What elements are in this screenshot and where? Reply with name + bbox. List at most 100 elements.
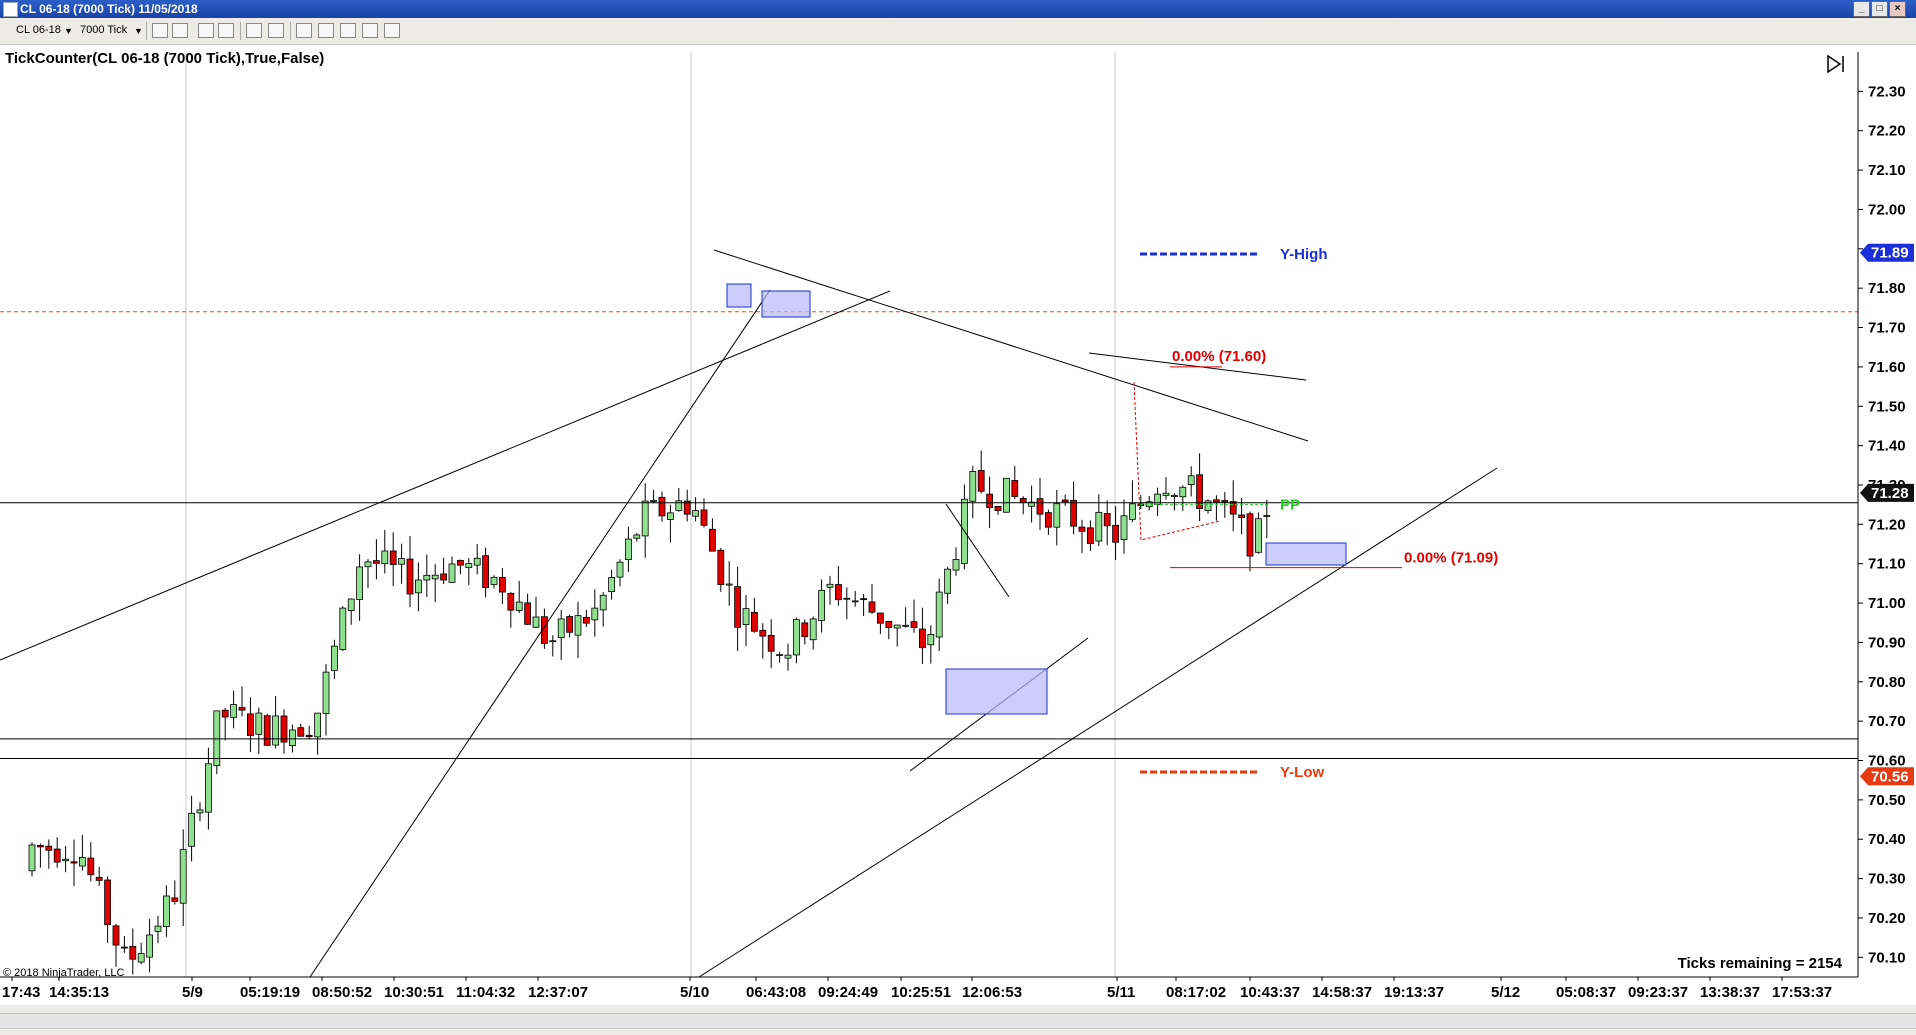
candle-body bbox=[1162, 492, 1170, 496]
candle-body bbox=[1221, 500, 1229, 503]
candle-body bbox=[1078, 526, 1086, 532]
candle-body bbox=[1229, 501, 1237, 515]
candle-body bbox=[549, 640, 557, 643]
candle-body bbox=[53, 848, 61, 863]
candle-body bbox=[860, 598, 867, 601]
candle-body bbox=[1011, 480, 1019, 497]
candle-body bbox=[238, 707, 246, 711]
status-area bbox=[0, 1005, 1916, 1035]
candle-body bbox=[742, 608, 750, 625]
candle-body bbox=[902, 624, 909, 627]
plot-area bbox=[0, 52, 1858, 977]
candle-body bbox=[507, 593, 515, 611]
candle-body bbox=[112, 925, 120, 946]
price-tick-label: 71.60 bbox=[1868, 359, 1906, 376]
candle-body bbox=[280, 715, 288, 743]
candle-body bbox=[1095, 511, 1103, 542]
candle-body bbox=[919, 628, 926, 649]
candle-body bbox=[196, 809, 204, 814]
time-tick-label: 12:06:53 bbox=[962, 984, 1022, 1001]
candle-body bbox=[877, 612, 884, 624]
candle-body bbox=[162, 895, 170, 928]
candle-body bbox=[498, 577, 506, 593]
candle-body bbox=[1213, 499, 1220, 503]
candle-body bbox=[1112, 524, 1119, 543]
time-tick-label: 05:08:37 bbox=[1556, 984, 1616, 1001]
candle-body bbox=[767, 634, 775, 652]
candle-body bbox=[372, 560, 380, 564]
price-flag-label: 71.28 bbox=[1871, 485, 1909, 502]
time-tick-label: 08:17:02 bbox=[1166, 984, 1226, 1001]
candle-body bbox=[532, 616, 540, 628]
candle-body bbox=[868, 601, 876, 613]
price-tick-label: 70.10 bbox=[1868, 949, 1906, 966]
candle-body bbox=[255, 712, 263, 735]
copyright-text: © 2018 NinjaTrader, LLC bbox=[3, 967, 124, 979]
candle-body bbox=[221, 709, 229, 718]
candle-body bbox=[423, 574, 431, 581]
candle-body bbox=[1255, 518, 1262, 553]
candle-body bbox=[129, 945, 137, 960]
price-tick-label: 71.80 bbox=[1868, 280, 1906, 297]
candle-body bbox=[725, 583, 733, 586]
time-tick-label: 10:25:51 bbox=[891, 984, 951, 1001]
candle-body bbox=[557, 618, 565, 639]
time-tick-label: 05:19:19 bbox=[240, 984, 300, 1001]
candle-body bbox=[414, 579, 422, 594]
candle-body bbox=[45, 845, 53, 851]
time-tick-label: 5/12 bbox=[1491, 984, 1520, 1001]
candle-body bbox=[490, 576, 498, 585]
candle-body bbox=[1103, 513, 1111, 527]
candle-body bbox=[935, 591, 943, 638]
candle-body bbox=[625, 538, 632, 561]
price-chart[interactable]: 0.00% (71.60)0.00% (71.09)Y-HighY-LowPP … bbox=[0, 0, 1916, 1005]
candle-body bbox=[448, 563, 456, 583]
candle-body bbox=[1120, 515, 1128, 541]
candle-body bbox=[700, 509, 708, 526]
candle-body bbox=[37, 844, 44, 848]
candle-body bbox=[1171, 495, 1178, 497]
candle-body bbox=[583, 617, 590, 624]
candle-body bbox=[641, 500, 649, 537]
candle-body bbox=[1053, 503, 1061, 528]
candle-body bbox=[759, 629, 767, 637]
time-tick-label: 14:35:13 bbox=[49, 984, 109, 1001]
candle-body bbox=[616, 561, 624, 578]
candle-body bbox=[79, 857, 86, 867]
candle-body bbox=[835, 584, 842, 601]
price-tick-label: 70.50 bbox=[1868, 792, 1906, 809]
candle-body bbox=[1179, 486, 1187, 498]
price-tick-label: 70.80 bbox=[1868, 674, 1906, 691]
candle-body bbox=[1238, 514, 1245, 518]
candle-body bbox=[751, 612, 758, 632]
candle-body bbox=[1003, 477, 1010, 513]
candle-body bbox=[288, 729, 296, 746]
candle-body bbox=[843, 597, 851, 600]
candle-body bbox=[364, 561, 372, 568]
candle-body bbox=[1070, 499, 1077, 527]
candle-body bbox=[431, 574, 439, 580]
reference-line-label: Y-Low bbox=[1280, 764, 1324, 781]
candle-body bbox=[314, 712, 322, 738]
candle-body bbox=[473, 557, 481, 566]
price-tick-label: 71.00 bbox=[1868, 595, 1906, 612]
candle-body bbox=[95, 876, 103, 881]
time-tick-label: 17:43 bbox=[2, 984, 40, 1001]
candle-body bbox=[734, 586, 741, 628]
candle-body bbox=[524, 602, 531, 625]
candle-body bbox=[62, 858, 69, 862]
candle-body bbox=[944, 568, 951, 594]
candle-body bbox=[347, 598, 355, 611]
price-flag-label: 70.56 bbox=[1871, 768, 1909, 785]
candle-body bbox=[515, 601, 523, 611]
price-tick-label: 72.20 bbox=[1868, 123, 1906, 140]
time-tick-label: 10:43:37 bbox=[1240, 984, 1300, 1001]
price-tick-label: 72.10 bbox=[1868, 162, 1906, 179]
candle-body bbox=[977, 470, 985, 492]
candle-body bbox=[566, 616, 573, 633]
candle-body bbox=[1187, 475, 1195, 485]
price-tick-label: 70.90 bbox=[1868, 634, 1906, 651]
candle-body bbox=[818, 589, 825, 621]
pivot-label: PP bbox=[1280, 497, 1300, 514]
horizontal-scrollbar[interactable] bbox=[0, 1013, 1916, 1029]
